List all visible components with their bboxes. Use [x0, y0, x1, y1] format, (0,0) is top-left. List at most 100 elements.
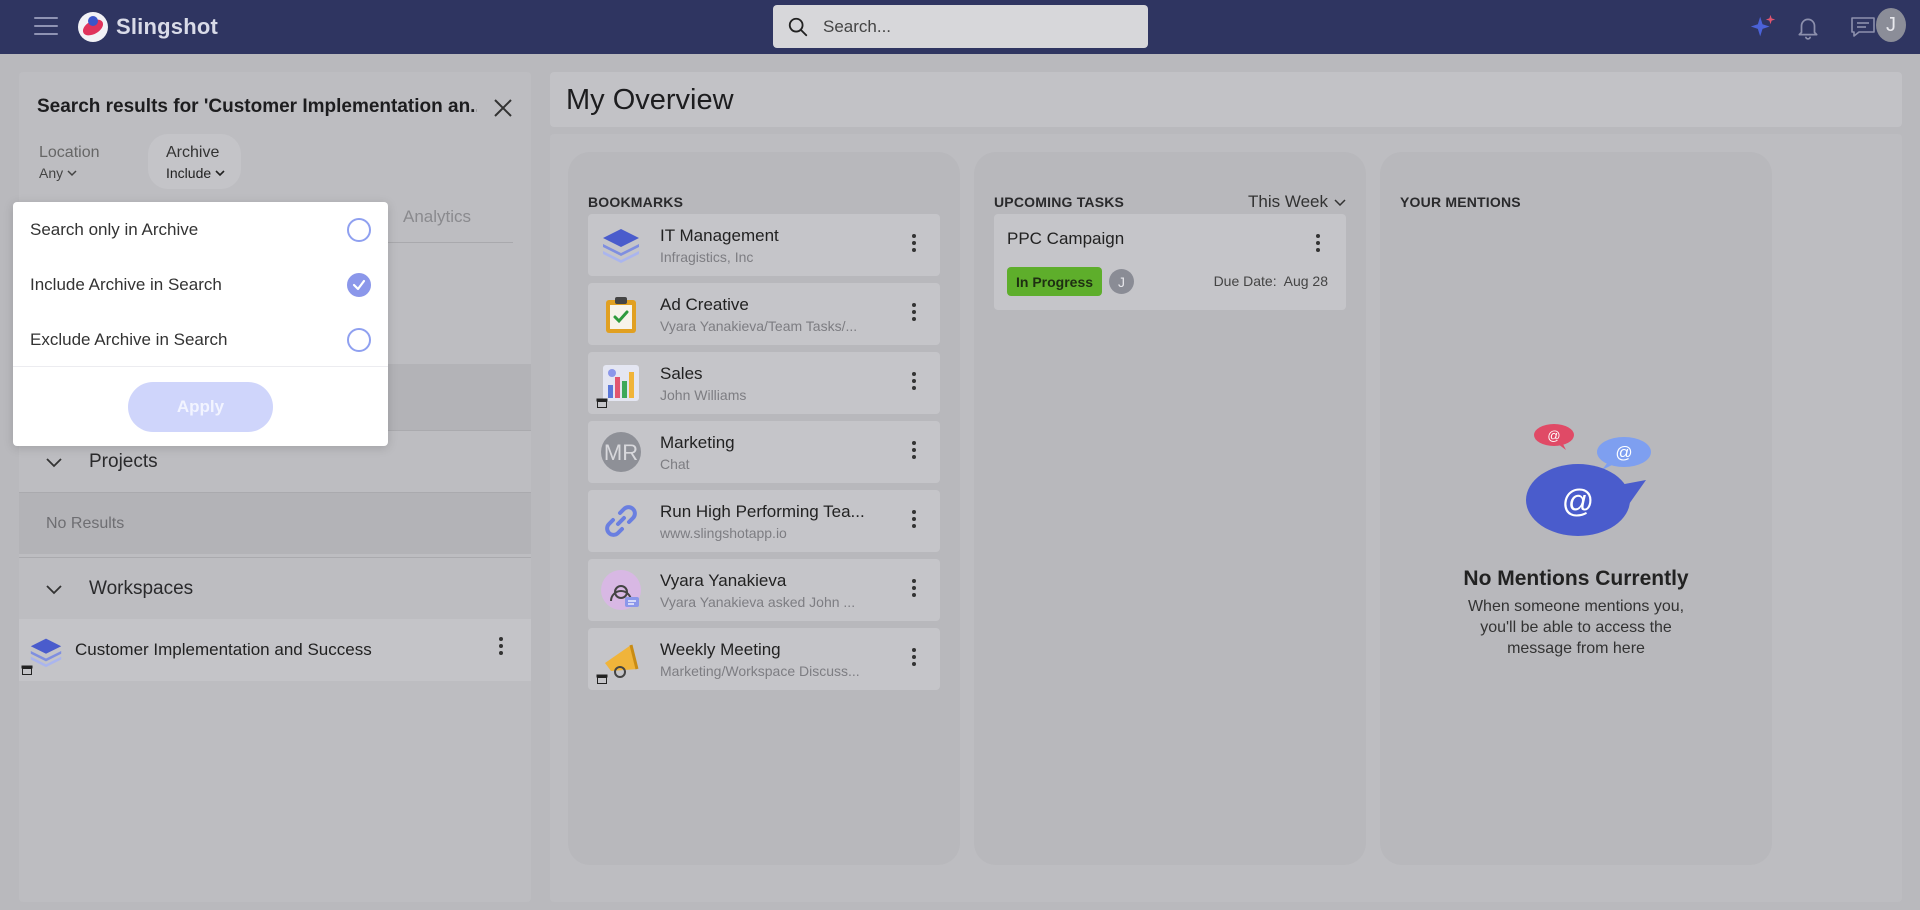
more-options-icon[interactable] [912, 441, 916, 459]
more-options-icon[interactable] [912, 372, 916, 390]
due-date-label: Due Date: [1213, 273, 1277, 289]
archive-filter[interactable]: Archive Include [148, 134, 242, 189]
global-search[interactable] [773, 5, 1148, 48]
chevron-down-icon [46, 457, 62, 467]
bookmark-name: Vyara Yanakieva [660, 571, 787, 590]
more-options-icon[interactable] [912, 579, 916, 597]
bookmark-item[interactable]: Ad Creative Vyara Yanakieva/Team Tasks/.… [588, 283, 940, 345]
radio-button-checked[interactable] [347, 272, 371, 297]
bookmark-subtitle: John Williams [660, 387, 747, 403]
task-card[interactable]: PPC Campaign In Progress J Due Date: Aug… [994, 214, 1346, 310]
location-filter[interactable]: Location Any [39, 144, 100, 181]
bookmark-subtitle: Chat [660, 456, 690, 472]
chevron-down-icon [67, 170, 77, 177]
mentions-title: YOUR MENTIONS [1400, 194, 1521, 210]
user-avatar[interactable]: J [1876, 8, 1906, 42]
bookmark-name: Sales [660, 364, 703, 383]
mentions-empty-title: No Mentions Currently [1463, 567, 1689, 590]
search-icon [788, 17, 808, 36]
option-label: Include Archive in Search [30, 274, 222, 294]
more-options-icon[interactable] [912, 234, 916, 252]
option-label: Exclude Archive in Search [30, 329, 228, 349]
tab-analytics[interactable]: Analytics [403, 207, 471, 227]
bookmark-item[interactable]: Sales John Williams [588, 352, 940, 414]
checkmark-icon [352, 279, 366, 290]
option-exclude-archive[interactable]: Exclude Archive in Search [13, 312, 388, 367]
workspace-result-item[interactable]: Customer Implementation and Success [19, 619, 531, 681]
search-results-title: Search results for 'Customer Implementat… [37, 96, 477, 117]
close-icon[interactable] [491, 96, 515, 120]
ai-sparkle-icon[interactable] [1748, 12, 1778, 42]
chat-avatar-icon: MR [601, 432, 641, 472]
bell-icon[interactable] [1793, 12, 1823, 42]
chat-avatar-initials: MR [604, 440, 638, 465]
radio-button[interactable] [347, 217, 371, 242]
task-name: PPC Campaign [1007, 229, 1125, 248]
chevron-down-icon [215, 170, 225, 177]
search-results-panel: Search results for 'Customer Implementat… [19, 72, 531, 902]
projects-section-label: Projects [89, 450, 158, 472]
app-name: Slingshot [116, 14, 219, 39]
top-bar: Slingshot J [0, 0, 1920, 54]
bookmark-subtitle: Infragistics, Inc [660, 249, 754, 265]
bookmark-subtitle: Vyara Yanakieva/Team Tasks/... [660, 318, 858, 334]
overview-header: My Overview [550, 72, 1902, 127]
page-title: My Overview [566, 84, 734, 116]
bookmark-name: IT Management [660, 226, 779, 245]
task-due-date: Due Date: Aug 28 [1214, 273, 1328, 289]
bookmark-item[interactable]: IT Management Infragistics, Inc [588, 214, 940, 276]
bookmark-item[interactable]: Vyara Yanakieva Vyara Yanakieva asked Jo… [588, 559, 940, 621]
mention-bubbles-icon: @ @ @ [1526, 424, 1651, 536]
bookmark-subtitle: www.slingshotapp.io [660, 525, 787, 541]
layers-icon [30, 638, 62, 668]
chart-icon [603, 365, 639, 401]
search-input[interactable] [823, 16, 1123, 37]
more-options-icon[interactable] [1316, 234, 1320, 252]
more-options-icon[interactable] [912, 648, 916, 666]
upcoming-tasks-card: UPCOMING TASKS This Week PPC Campaign In… [974, 152, 1366, 865]
apply-button[interactable]: Apply [128, 382, 273, 432]
bookmarks-title: BOOKMARKS [588, 194, 684, 210]
location-filter-value: Any [39, 165, 64, 181]
dropdown-divider [13, 366, 388, 367]
archive-badge-icon [596, 398, 608, 408]
bookmark-name: Weekly Meeting [660, 640, 781, 659]
archive-filter-label: Archive [166, 144, 220, 161]
more-options-icon[interactable] [912, 510, 916, 528]
status-badge: In Progress [1007, 267, 1103, 296]
assignee-avatar: J [1109, 269, 1134, 294]
workspace-result-name: Customer Implementation and Success [75, 640, 372, 659]
chevron-down-icon [1334, 199, 1346, 206]
megaphone-icon [605, 644, 639, 678]
archive-badge-icon [21, 665, 33, 675]
bookmark-item[interactable]: MR Marketing Chat [588, 421, 940, 483]
option-include-archive[interactable]: Include Archive in Search [13, 257, 388, 312]
menu-icon[interactable] [34, 17, 58, 37]
option-label: Search only in Archive [30, 219, 199, 239]
more-options-icon[interactable] [499, 637, 503, 655]
link-icon [605, 505, 637, 537]
archive-badge-icon [596, 674, 608, 684]
archive-dropdown: Search only in Archive Include Archive i… [13, 202, 388, 446]
messages-icon[interactable] [1848, 12, 1878, 42]
app-logo[interactable]: Slingshot [78, 12, 218, 42]
workspaces-section-header[interactable]: Workspaces [19, 557, 531, 619]
clipboard-icon [606, 297, 636, 333]
bookmark-item[interactable]: Weekly Meeting Marketing/Workspace Discu… [588, 628, 940, 690]
bookmark-name: Marketing [660, 433, 735, 452]
radio-button[interactable] [347, 327, 371, 352]
svg-text:@: @ [1562, 483, 1594, 519]
user-initial: J [1876, 8, 1906, 42]
bookmark-name: Ad Creative [660, 295, 749, 314]
date-range-select[interactable]: This Week [1248, 192, 1346, 212]
chevron-down-icon [46, 584, 62, 594]
date-range-value: This Week [1248, 192, 1328, 211]
option-search-only-archive[interactable]: Search only in Archive [13, 202, 388, 257]
mentions-empty-text: When someone mentions you, you'll be abl… [1467, 598, 1685, 657]
bookmark-item[interactable]: Run High Performing Tea... www.slingshot… [588, 490, 940, 552]
svg-text:@: @ [1547, 428, 1560, 443]
bookmarks-card: BOOKMARKS IT Management Infragistics, In… [568, 152, 960, 865]
user-message-icon [601, 570, 641, 610]
more-options-icon[interactable] [912, 303, 916, 321]
bookmark-subtitle: Vyara Yanakieva asked John ... [660, 594, 856, 610]
